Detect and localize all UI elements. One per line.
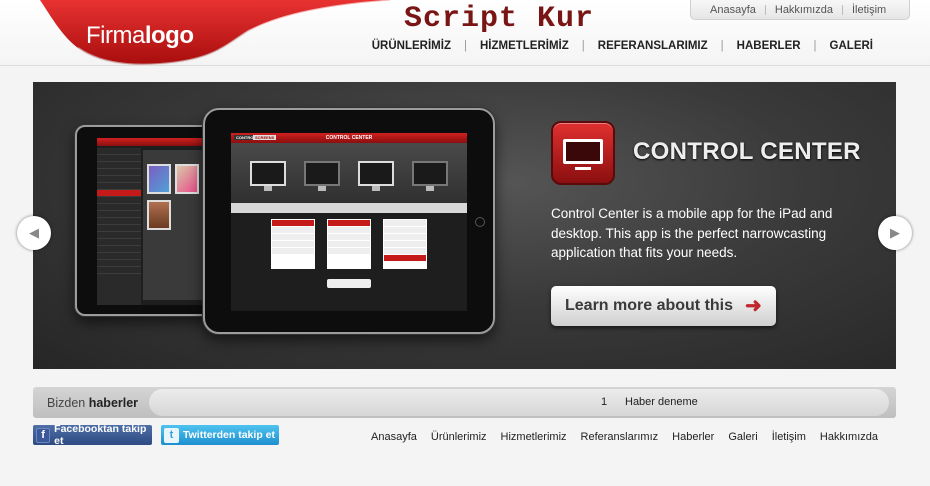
top-links: Anasayfa Hakkımızda İletişim [690, 0, 911, 20]
ipad-front-image: CONTROL SCREENS CONTROL CENTER [203, 108, 495, 334]
facebook-follow-label: Facebooktan takip et [54, 423, 147, 447]
facebook-icon: f [36, 427, 51, 443]
screen-header [97, 138, 204, 146]
monitor-icon [551, 121, 615, 185]
facebook-follow-button[interactable]: f Facebooktan takip et [33, 423, 152, 447]
screen-columns [231, 213, 467, 269]
news-item-link[interactable]: Haber deneme [625, 396, 698, 408]
site-header: Firmalogo Script Kur Anasayfa Hakkımızda… [0, 0, 930, 66]
screen-header-title: CONTROL CENTER [325, 135, 373, 141]
news-item-number: 1 [601, 396, 608, 408]
footer-link-iletisim[interactable]: İletişim [772, 431, 806, 443]
footer-link-anasayfa[interactable]: Anasayfa [371, 431, 417, 443]
top-link-anasayfa[interactable]: Anasayfa [701, 4, 765, 16]
logo-text: Firmalogo [86, 22, 194, 49]
main-nav: ÜRÜNLERİMİZ | HİZMETLERİMİZ | REFERANSLA… [359, 40, 886, 52]
footer-link-referanslarimiz[interactable]: Referanslarımız [581, 431, 659, 443]
nav-urunlerimiz[interactable]: ÜRÜNLERİMİZ [359, 40, 464, 52]
slide-title: CONTROL CENTER [633, 138, 861, 165]
page: Firmalogo Script Kur Anasayfa Hakkımızda… [0, 0, 930, 486]
site-title: Script Kur [404, 2, 595, 36]
slide-description: Control Center is a mobile app for the i… [551, 206, 833, 260]
screen-column [271, 219, 315, 269]
thumbnail [147, 200, 171, 230]
slider-prev-button[interactable]: ◀ [17, 216, 51, 250]
logo[interactable]: Firmalogo [0, 0, 390, 68]
slider-next-button[interactable]: ▶ [878, 216, 912, 250]
news-ticker: 1 Haber deneme [149, 389, 889, 416]
screen-column [383, 219, 427, 269]
screen-column [327, 219, 371, 269]
monitor-icon [304, 160, 340, 191]
screen-update-button [327, 279, 371, 288]
footer-nav: Anasayfa Ürünlerimiz Hizmetlerimiz Refer… [357, 431, 878, 443]
footer-link-urunlerimiz[interactable]: Ürünlerimiz [431, 431, 487, 443]
footer-link-hizmetlerimiz[interactable]: Hizmetlerimiz [501, 431, 567, 443]
nav-hizmetlerimiz[interactable]: HİZMETLERİMİZ [467, 40, 582, 52]
nav-referanslarimiz[interactable]: REFERANSLARIMIZ [585, 40, 721, 52]
screen-content [143, 150, 203, 300]
twitter-icon: t [164, 427, 179, 443]
chevron-left-icon: ◀ [29, 225, 39, 240]
arrow-right-icon: ➜ [745, 295, 762, 317]
nav-haberler[interactable]: HABERLER [724, 40, 814, 52]
monitor-icon [412, 160, 448, 191]
chevron-right-icon: ▶ [890, 225, 900, 240]
twitter-follow-label: Twitterden takip et [183, 429, 275, 441]
thumbnail [175, 164, 199, 194]
logo-swoosh [40, 0, 390, 66]
home-button-icon [475, 217, 485, 227]
hero-slider: CONTROL SCREENS CONTROL CENTER CONTROL C… [33, 82, 896, 369]
footer-link-haberler[interactable]: Haberler [672, 431, 714, 443]
news-label: Bizden haberler [47, 396, 139, 410]
learn-more-button[interactable]: Learn more about this ➜ [551, 286, 776, 326]
monitor-icon [358, 160, 394, 191]
footer-link-hakkimizda[interactable]: Hakkımızda [820, 431, 878, 443]
thumbnail [147, 164, 171, 194]
screen-header: CONTROL SCREENS CONTROL CENTER [231, 133, 467, 143]
twitter-follow-button[interactable]: t Twitterden takip et [161, 425, 279, 445]
monitor-icon [250, 160, 286, 191]
news-bar: Bizden haberler 1 Haber deneme [33, 387, 896, 418]
top-link-iletisim[interactable]: İletişim [843, 4, 895, 16]
learn-more-label: Learn more about this [565, 297, 734, 314]
footer-link-galeri[interactable]: Galeri [728, 431, 757, 443]
ipad-back-screen [97, 138, 204, 305]
screen-sidebar [97, 148, 141, 305]
ipad-front-screen: CONTROL SCREENS CONTROL CENTER [231, 133, 467, 311]
top-link-hakkimizda[interactable]: Hakkımızda [766, 4, 842, 16]
screen-divider [231, 203, 467, 213]
ipad-back-image [75, 125, 212, 316]
screen-monitors [231, 143, 467, 203]
nav-galeri[interactable]: GALERİ [817, 40, 886, 52]
screen-tab-screens: SCREENS [253, 135, 277, 140]
